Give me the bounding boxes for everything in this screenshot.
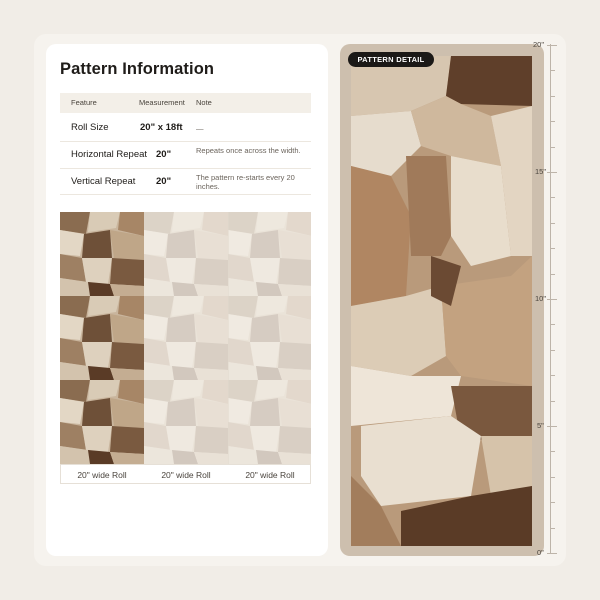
row-vertical-repeat-note: The pattern re-starts every 20 inches. (196, 173, 295, 191)
ruler-minor-tick (550, 248, 555, 249)
ruler-minor-tick (550, 70, 555, 71)
roll-3 (228, 212, 311, 464)
ruler-major-tick (547, 426, 557, 427)
roll-label: 20" wide Roll (245, 470, 295, 480)
ruler-label-15: 15" (535, 167, 547, 176)
roll-1 (60, 212, 144, 464)
ruler-label-5: 5" (537, 421, 544, 430)
ruler-minor-tick (550, 274, 555, 275)
row-horizontal-repeat-feature: Horizontal Repeat (71, 149, 148, 160)
ruler-minor-tick (550, 451, 555, 452)
header-note: Note (196, 98, 212, 107)
roll-label: 20" wide Roll (77, 470, 127, 480)
header-measurement: Measurement (139, 98, 185, 107)
row-horizontal-repeat-note: Repeats once across the width. (196, 146, 301, 155)
row-vertical-repeat-feature: Vertical Repeat (71, 176, 136, 187)
pattern-detail-badge: PATTERN DETAIL (348, 52, 434, 67)
header-feature: Feature (71, 98, 97, 107)
pattern-detail-image (351, 56, 532, 546)
ruler-major-tick (547, 553, 557, 554)
page-title: Pattern Information (60, 60, 215, 78)
ruler-minor-tick (550, 96, 555, 97)
ruler-label-20: 20" (533, 40, 545, 49)
ruler-label-10: 10" (535, 294, 547, 303)
roll-2 (144, 212, 228, 464)
ruler-major-tick (547, 172, 557, 173)
row-roll-size-note: — (196, 124, 204, 133)
row-roll-size-feature: Roll Size (71, 122, 109, 133)
ruler-minor-tick (550, 350, 555, 351)
roll-preview (60, 212, 311, 464)
ruler-major-tick (547, 45, 557, 46)
row-horizontal-repeat-measurement: 20" (156, 149, 172, 160)
ruler-minor-tick (550, 401, 555, 402)
ruler-minor-tick (550, 223, 555, 224)
ruler-major-tick (547, 299, 557, 300)
row-vertical-repeat-measurement: 20" (156, 176, 172, 187)
ruler-label-0: 0" (537, 548, 544, 557)
ruler-minor-tick (550, 324, 555, 325)
roll-label: 20" wide Roll (161, 470, 211, 480)
ruler-minor-tick (550, 197, 555, 198)
ruler-minor-tick (550, 502, 555, 503)
ruler-minor-tick (550, 477, 555, 478)
ruler-minor-tick (550, 375, 555, 376)
ruler-minor-tick (550, 147, 555, 148)
ruler-minor-tick (550, 121, 555, 122)
row-roll-size-measurement: 20" x 18ft (140, 122, 183, 133)
table-header-row (60, 93, 311, 113)
ruler-minor-tick (550, 528, 555, 529)
